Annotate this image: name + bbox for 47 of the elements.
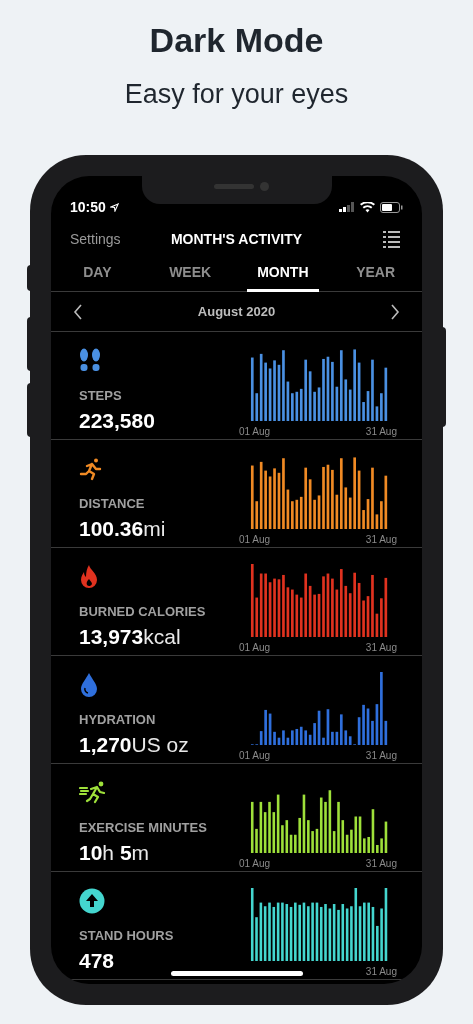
axis-label: 01 Aug (239, 749, 271, 763)
sprinting-person-icon (79, 780, 107, 806)
metric-value: 478 (79, 947, 116, 974)
axis-label: 01 Aug (239, 533, 271, 547)
battery-icon (380, 201, 403, 213)
metric-value: 1,270US oz (79, 731, 190, 758)
axis-label: 31 Aug (365, 749, 397, 763)
clock-time: 10:50 (70, 197, 106, 217)
period-tab[interactable]: MONTH (247, 256, 319, 292)
metric-label: STAND HOURS (79, 927, 175, 945)
wifi-icon (360, 201, 375, 213)
headline: Dark Mode (149, 20, 324, 60)
axis-label: 31 Aug (365, 857, 397, 871)
water-drop-icon (79, 672, 99, 698)
up-arrow-circle-icon (79, 888, 105, 914)
period-tab[interactable]: WEEK (159, 256, 222, 292)
signal-icon (339, 202, 355, 212)
chevron-left-icon[interactable] (73, 303, 83, 320)
subheadline: Easy for your eyes (124, 78, 349, 111)
metric-label: EXERCISE MINUTES (79, 819, 208, 837)
metric-value: 100.36mi (79, 515, 167, 542)
metric-label: STEPS (79, 387, 123, 405)
screen-title: MONTH'S ACTIVITY (170, 229, 303, 249)
axis-label: 01 Aug (239, 425, 271, 439)
metric-value: 13,973kcal (79, 623, 182, 650)
axis-label: 01 Aug (239, 641, 271, 655)
running-person-icon (79, 457, 103, 481)
axis-label: 31 Aug (365, 533, 397, 547)
metric-label: BURNED CALORIES (79, 603, 207, 621)
settings-link[interactable]: Settings (70, 228, 140, 250)
axis-label: 01 Aug (239, 857, 271, 871)
footprints-icon (79, 348, 101, 374)
axis-label: 31 Aug (365, 965, 397, 979)
period-tab[interactable]: YEAR (346, 256, 406, 292)
metric-label: HYDRATION (79, 711, 157, 729)
location-arrow-icon (109, 202, 119, 212)
flame-icon (79, 564, 99, 590)
period-label: August 2020 (197, 302, 276, 321)
axis-label: 31 Aug (365, 425, 397, 439)
metric-label: DISTANCE (79, 495, 146, 513)
speaker-icon (213, 184, 254, 189)
axis-label: 31 Aug (365, 641, 397, 655)
metric-value: 223,580 (79, 407, 156, 434)
camera-icon (259, 182, 269, 191)
metric-value: 10h 5m (79, 839, 151, 866)
period-tab[interactable]: DAY (73, 256, 122, 292)
chevron-right-icon[interactable] (390, 303, 400, 320)
